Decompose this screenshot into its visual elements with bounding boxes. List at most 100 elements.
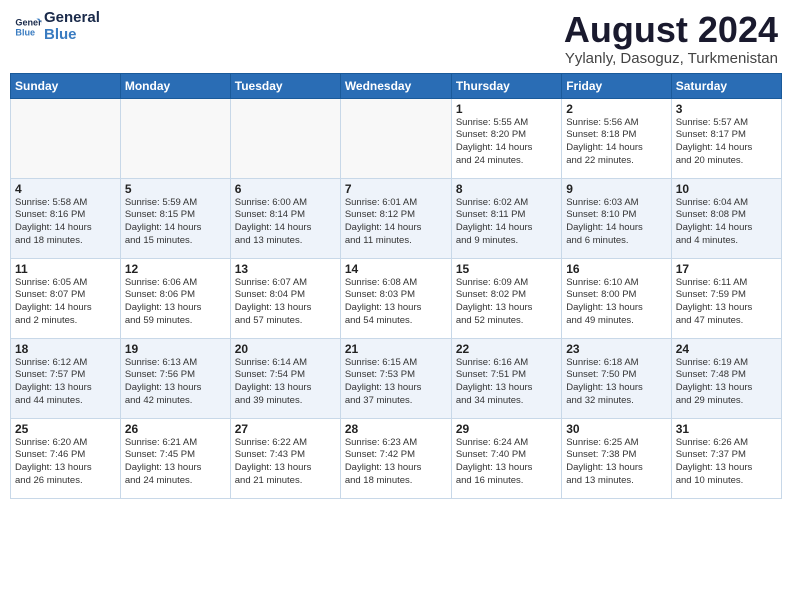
calendar-day (120, 98, 230, 178)
calendar-day: 1Sunrise: 5:55 AM Sunset: 8:20 PM Daylig… (451, 98, 561, 178)
calendar-week-3: 11Sunrise: 6:05 AM Sunset: 8:07 PM Dayli… (11, 258, 782, 338)
logo-line2: Blue (44, 27, 100, 44)
day-number: 28 (345, 422, 447, 436)
weekday-header-monday: Monday (120, 73, 230, 98)
day-info: Sunrise: 6:04 AM Sunset: 8:08 PM Dayligh… (676, 197, 777, 248)
day-info: Sunrise: 6:13 AM Sunset: 7:56 PM Dayligh… (125, 357, 226, 408)
calendar-day: 16Sunrise: 6:10 AM Sunset: 8:00 PM Dayli… (562, 258, 671, 338)
calendar-day: 19Sunrise: 6:13 AM Sunset: 7:56 PM Dayli… (120, 338, 230, 418)
calendar-day: 15Sunrise: 6:09 AM Sunset: 8:02 PM Dayli… (451, 258, 561, 338)
calendar-day: 27Sunrise: 6:22 AM Sunset: 7:43 PM Dayli… (230, 418, 340, 498)
day-number: 14 (345, 262, 447, 276)
calendar-day: 29Sunrise: 6:24 AM Sunset: 7:40 PM Dayli… (451, 418, 561, 498)
day-number: 24 (676, 342, 777, 356)
day-info: Sunrise: 6:20 AM Sunset: 7:46 PM Dayligh… (15, 437, 116, 488)
calendar-day: 20Sunrise: 6:14 AM Sunset: 7:54 PM Dayli… (230, 338, 340, 418)
day-number: 19 (125, 342, 226, 356)
day-info: Sunrise: 6:03 AM Sunset: 8:10 PM Dayligh… (566, 197, 666, 248)
calendar-day: 12Sunrise: 6:06 AM Sunset: 8:06 PM Dayli… (120, 258, 230, 338)
day-number: 5 (125, 182, 226, 196)
day-number: 18 (15, 342, 116, 356)
calendar-day: 3Sunrise: 5:57 AM Sunset: 8:17 PM Daylig… (671, 98, 781, 178)
day-info: Sunrise: 6:09 AM Sunset: 8:02 PM Dayligh… (456, 277, 557, 328)
day-info: Sunrise: 6:02 AM Sunset: 8:11 PM Dayligh… (456, 197, 557, 248)
weekday-header-sunday: Sunday (11, 73, 121, 98)
day-number: 22 (456, 342, 557, 356)
day-info: Sunrise: 6:15 AM Sunset: 7:53 PM Dayligh… (345, 357, 447, 408)
day-number: 17 (676, 262, 777, 276)
calendar-day: 26Sunrise: 6:21 AM Sunset: 7:45 PM Dayli… (120, 418, 230, 498)
day-number: 7 (345, 182, 447, 196)
day-number: 4 (15, 182, 116, 196)
day-info: Sunrise: 5:55 AM Sunset: 8:20 PM Dayligh… (456, 117, 557, 168)
day-info: Sunrise: 6:21 AM Sunset: 7:45 PM Dayligh… (125, 437, 226, 488)
calendar-day (230, 98, 340, 178)
calendar-day: 30Sunrise: 6:25 AM Sunset: 7:38 PM Dayli… (562, 418, 671, 498)
calendar-day: 25Sunrise: 6:20 AM Sunset: 7:46 PM Dayli… (11, 418, 121, 498)
calendar-week-1: 1Sunrise: 5:55 AM Sunset: 8:20 PM Daylig… (11, 98, 782, 178)
day-info: Sunrise: 6:23 AM Sunset: 7:42 PM Dayligh… (345, 437, 447, 488)
calendar-day: 2Sunrise: 5:56 AM Sunset: 8:18 PM Daylig… (562, 98, 671, 178)
calendar-week-5: 25Sunrise: 6:20 AM Sunset: 7:46 PM Dayli… (11, 418, 782, 498)
day-number: 21 (345, 342, 447, 356)
calendar-day: 23Sunrise: 6:18 AM Sunset: 7:50 PM Dayli… (562, 338, 671, 418)
day-info: Sunrise: 5:58 AM Sunset: 8:16 PM Dayligh… (15, 197, 116, 248)
calendar-day: 8Sunrise: 6:02 AM Sunset: 8:11 PM Daylig… (451, 178, 561, 258)
day-info: Sunrise: 6:22 AM Sunset: 7:43 PM Dayligh… (235, 437, 336, 488)
day-info: Sunrise: 6:26 AM Sunset: 7:37 PM Dayligh… (676, 437, 777, 488)
day-info: Sunrise: 6:10 AM Sunset: 8:00 PM Dayligh… (566, 277, 666, 328)
calendar-day: 21Sunrise: 6:15 AM Sunset: 7:53 PM Dayli… (340, 338, 451, 418)
day-number: 23 (566, 342, 666, 356)
calendar-day: 17Sunrise: 6:11 AM Sunset: 7:59 PM Dayli… (671, 258, 781, 338)
weekday-header-wednesday: Wednesday (340, 73, 451, 98)
calendar-day: 14Sunrise: 6:08 AM Sunset: 8:03 PM Dayli… (340, 258, 451, 338)
calendar-day (340, 98, 451, 178)
day-number: 2 (566, 102, 666, 116)
calendar-day: 18Sunrise: 6:12 AM Sunset: 7:57 PM Dayli… (11, 338, 121, 418)
day-info: Sunrise: 6:08 AM Sunset: 8:03 PM Dayligh… (345, 277, 447, 328)
day-number: 12 (125, 262, 226, 276)
day-info: Sunrise: 6:07 AM Sunset: 8:04 PM Dayligh… (235, 277, 336, 328)
day-info: Sunrise: 6:06 AM Sunset: 8:06 PM Dayligh… (125, 277, 226, 328)
logo-icon: General Blue (14, 13, 42, 41)
day-number: 1 (456, 102, 557, 116)
day-number: 25 (15, 422, 116, 436)
calendar-table: SundayMondayTuesdayWednesdayThursdayFrid… (10, 73, 782, 499)
day-info: Sunrise: 5:56 AM Sunset: 8:18 PM Dayligh… (566, 117, 666, 168)
calendar-day: 4Sunrise: 5:58 AM Sunset: 8:16 PM Daylig… (11, 178, 121, 258)
logo-line1: General (44, 10, 100, 27)
location-subtitle: Yylanly, Dasoguz, Turkmenistan (564, 50, 778, 67)
logo: General Blue General Blue (14, 10, 100, 43)
day-info: Sunrise: 6:05 AM Sunset: 8:07 PM Dayligh… (15, 277, 116, 328)
day-number: 11 (15, 262, 116, 276)
calendar-day: 7Sunrise: 6:01 AM Sunset: 8:12 PM Daylig… (340, 178, 451, 258)
day-info: Sunrise: 5:57 AM Sunset: 8:17 PM Dayligh… (676, 117, 777, 168)
day-number: 20 (235, 342, 336, 356)
calendar-day: 22Sunrise: 6:16 AM Sunset: 7:51 PM Dayli… (451, 338, 561, 418)
calendar-day: 28Sunrise: 6:23 AM Sunset: 7:42 PM Dayli… (340, 418, 451, 498)
day-info: Sunrise: 5:59 AM Sunset: 8:15 PM Dayligh… (125, 197, 226, 248)
day-info: Sunrise: 6:11 AM Sunset: 7:59 PM Dayligh… (676, 277, 777, 328)
day-info: Sunrise: 6:00 AM Sunset: 8:14 PM Dayligh… (235, 197, 336, 248)
day-number: 27 (235, 422, 336, 436)
weekday-header-tuesday: Tuesday (230, 73, 340, 98)
calendar-week-4: 18Sunrise: 6:12 AM Sunset: 7:57 PM Dayli… (11, 338, 782, 418)
calendar-day: 9Sunrise: 6:03 AM Sunset: 8:10 PM Daylig… (562, 178, 671, 258)
day-info: Sunrise: 6:19 AM Sunset: 7:48 PM Dayligh… (676, 357, 777, 408)
day-number: 15 (456, 262, 557, 276)
calendar-day: 31Sunrise: 6:26 AM Sunset: 7:37 PM Dayli… (671, 418, 781, 498)
day-info: Sunrise: 6:25 AM Sunset: 7:38 PM Dayligh… (566, 437, 666, 488)
weekday-header-friday: Friday (562, 73, 671, 98)
day-number: 3 (676, 102, 777, 116)
day-info: Sunrise: 6:12 AM Sunset: 7:57 PM Dayligh… (15, 357, 116, 408)
calendar-day: 6Sunrise: 6:00 AM Sunset: 8:14 PM Daylig… (230, 178, 340, 258)
day-info: Sunrise: 6:24 AM Sunset: 7:40 PM Dayligh… (456, 437, 557, 488)
day-number: 8 (456, 182, 557, 196)
calendar-day (11, 98, 121, 178)
title-block: August 2024 Yylanly, Dasoguz, Turkmenist… (564, 10, 778, 67)
weekday-header-thursday: Thursday (451, 73, 561, 98)
calendar-day: 5Sunrise: 5:59 AM Sunset: 8:15 PM Daylig… (120, 178, 230, 258)
day-number: 26 (125, 422, 226, 436)
calendar-day: 10Sunrise: 6:04 AM Sunset: 8:08 PM Dayli… (671, 178, 781, 258)
day-info: Sunrise: 6:16 AM Sunset: 7:51 PM Dayligh… (456, 357, 557, 408)
